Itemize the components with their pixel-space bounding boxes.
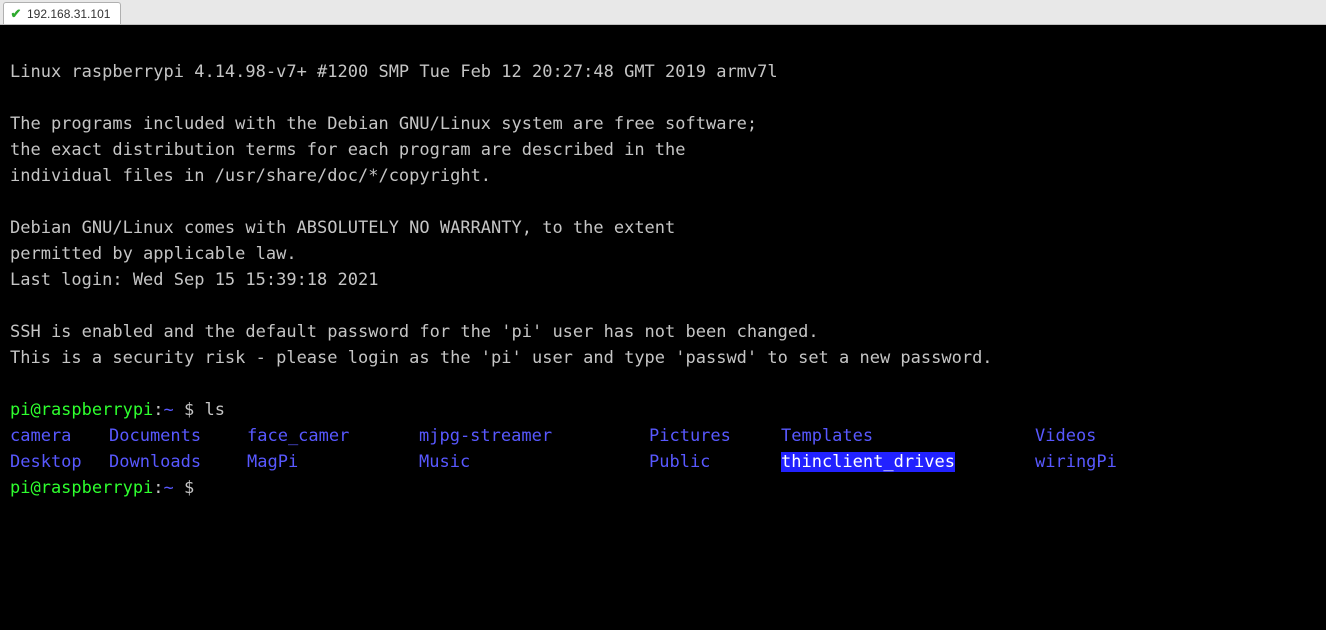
- motd-line: Last login: Wed Sep 15 15:39:18 2021: [10, 270, 378, 290]
- ls-output: camera Desktop Documents Downloads face_came…: [10, 423, 1316, 475]
- dir-entry-highlighted: thinclient_drives: [781, 452, 955, 472]
- motd-line: Linux raspberrypi 4.14.98-v7+ #1200 SMP …: [10, 62, 778, 82]
- motd-line: Debian GNU/Linux comes with ABSOLUTELY N…: [10, 218, 675, 238]
- motd-line: The programs included with the Debian GN…: [10, 114, 757, 134]
- session-tab[interactable]: ✔ 192.168.31.101: [3, 2, 121, 24]
- dir-entry: Music: [419, 452, 470, 472]
- motd-line: SSH is enabled and the default password …: [10, 322, 819, 342]
- dir-entry: Templates: [781, 426, 873, 446]
- ls-col: face_camer MagPi: [247, 423, 419, 475]
- prompt-dollar: $: [184, 478, 204, 498]
- prompt-dollar: $: [184, 400, 204, 420]
- window-chrome: ✔ 192.168.31.101: [0, 0, 1326, 25]
- dir-entry: Pictures: [649, 426, 731, 446]
- prompt-line: pi@raspberrypi:~ $: [10, 478, 205, 498]
- dir-entry: Public: [649, 452, 710, 472]
- prompt-sep: :: [153, 400, 163, 420]
- ls-col: Videos wiringPi: [1035, 423, 1117, 475]
- dir-entry: Downloads: [109, 452, 201, 472]
- terminal[interactable]: Linux raspberrypi 4.14.98-v7+ #1200 SMP …: [0, 25, 1326, 630]
- prompt-line: pi@raspberrypi:~ $ ls: [10, 400, 225, 420]
- dir-entry: Documents: [109, 426, 201, 446]
- motd-line: the exact distribution terms for each pr…: [10, 140, 686, 160]
- check-icon: ✔: [10, 8, 22, 20]
- dir-entry: camera: [10, 426, 71, 446]
- dir-entry: Videos: [1035, 426, 1096, 446]
- motd-line: individual files in /usr/share/doc/*/cop…: [10, 166, 491, 186]
- prompt-user-host: pi@raspberrypi: [10, 400, 153, 420]
- dir-entry: wiringPi: [1035, 452, 1117, 472]
- tab-title: 192.168.31.101: [27, 7, 110, 21]
- ls-col: Documents Downloads: [109, 423, 247, 475]
- motd-line: permitted by applicable law.: [10, 244, 297, 264]
- dir-entry: MagPi: [247, 452, 298, 472]
- prompt-sep: :: [153, 478, 163, 498]
- ls-col: Templates thinclient_drives: [781, 423, 1035, 475]
- ls-col: mjpg-streamer Music: [419, 423, 649, 475]
- prompt-path: ~: [164, 400, 184, 420]
- dir-entry: Desktop: [10, 452, 82, 472]
- ls-col: Pictures Public: [649, 423, 781, 475]
- prompt-user-host: pi@raspberrypi: [10, 478, 153, 498]
- motd-line: This is a security risk - please login a…: [10, 348, 993, 368]
- prompt-path: ~: [164, 478, 184, 498]
- dir-entry: mjpg-streamer: [419, 426, 552, 446]
- command-text: ls: [205, 400, 225, 420]
- dir-entry: face_camer: [247, 426, 349, 446]
- ls-col: camera Desktop: [10, 423, 109, 475]
